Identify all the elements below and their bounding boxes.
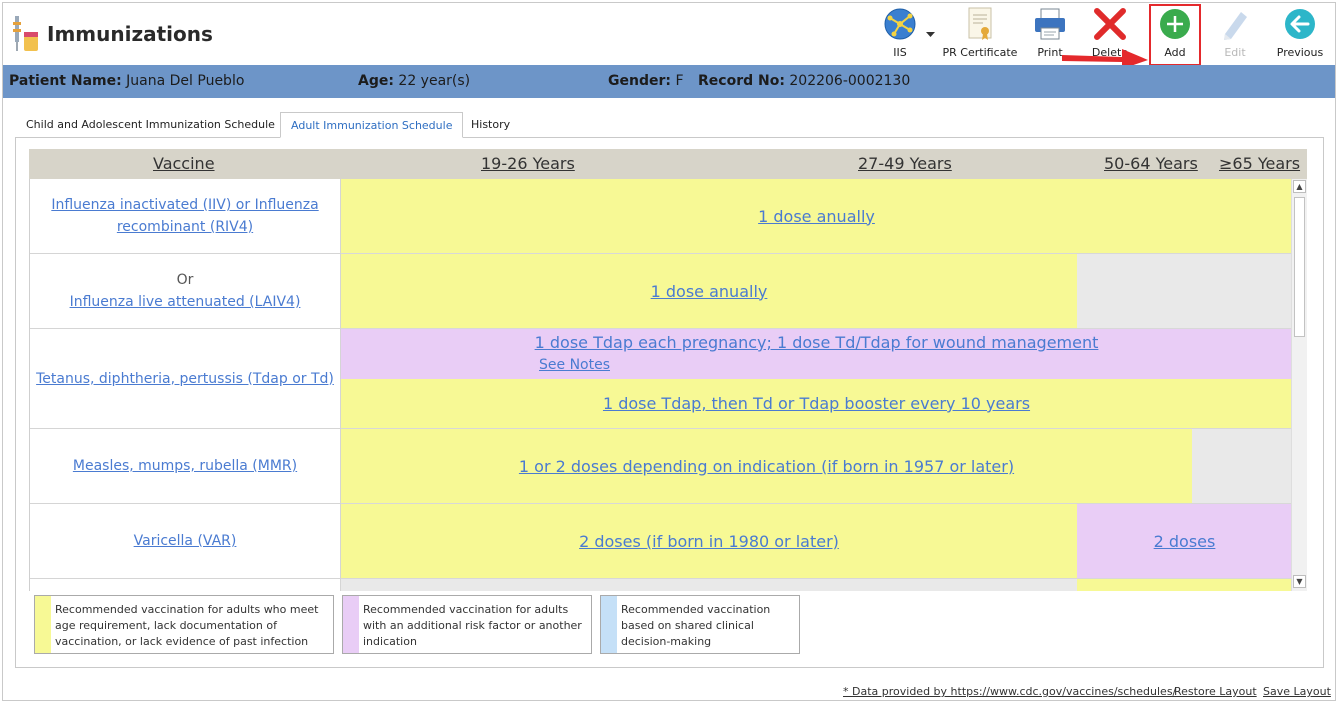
- dose-link[interactable]: 1 or 2 doses depending on indication (if…: [519, 457, 1014, 476]
- age-value: 22 year(s): [398, 73, 471, 89]
- tab-history[interactable]: History: [461, 112, 520, 138]
- vaccine-influenza-inactivated[interactable]: Influenza inactivated (IIV) or Influenza…: [30, 179, 341, 254]
- schedule-header: Vaccine 19-26 Years 27-49 Years 50-64 Ye…: [29, 149, 1307, 179]
- certificate-icon: [968, 7, 992, 40]
- vaccine-mmr[interactable]: Measles, mumps, rubella (MMR): [30, 429, 341, 504]
- dose-link[interactable]: 1 dose Tdap each pregnancy; 1 dose Td/Td…: [535, 332, 1099, 354]
- col-19-26[interactable]: 19-26 Years: [481, 154, 575, 173]
- col-65-plus[interactable]: ≥65 Years: [1219, 154, 1300, 173]
- see-notes-link[interactable]: See Notes: [539, 354, 610, 376]
- dose-cell[interactable]: 2 doses (if born in 1980 or later): [341, 504, 1077, 579]
- arrow-left-icon: [1285, 9, 1315, 39]
- tab-adult[interactable]: Adult Immunization Schedule: [280, 112, 464, 138]
- scroll-up-button[interactable]: ▲: [1293, 180, 1306, 193]
- tab-child-adolescent[interactable]: Child and Adolescent Immunization Schedu…: [16, 112, 285, 138]
- gender-value: F: [675, 73, 684, 89]
- patient-info-bar: Patient Name: Juana Del Pueblo Age: 22 y…: [3, 65, 1335, 98]
- schedule-grid: Influenza inactivated (IIV) or Influenza…: [29, 179, 1291, 591]
- legend-swatch-violet: [343, 596, 359, 653]
- dose-link[interactable]: 2 doses (if born in 1980 or later): [579, 532, 839, 551]
- legend-swatch-blue: [601, 596, 617, 653]
- dose-cell[interactable]: 1 dose Tdap, then Td or Tdap booster eve…: [341, 379, 1291, 429]
- vaccine-link[interactable]: Tetanus, diphtheria, pertussis (Tdap or …: [36, 368, 334, 390]
- add-highlight-box: [1149, 4, 1201, 66]
- dose-cell[interactable]: [1077, 579, 1291, 591]
- vaccine-link[interactable]: Influenza inactivated (IIV) or Influenza…: [30, 194, 340, 238]
- pr-certificate-label: PR Certificate: [942, 46, 1018, 59]
- vaccine-link[interactable]: Measles, mumps, rubella (MMR): [73, 455, 297, 477]
- dose-cell[interactable]: 1 or 2 doses depending on indication (if…: [341, 429, 1192, 504]
- vaccine-tdap[interactable]: Tetanus, diphtheria, pertussis (Tdap or …: [30, 329, 341, 429]
- restore-layout-link[interactable]: Restore Layout: [1174, 685, 1257, 698]
- pr-certificate-button[interactable]: PR Certificate: [942, 6, 1018, 64]
- or-label: Or: [176, 272, 194, 288]
- dose-cell-violet[interactable]: 1 dose Tdap each pregnancy; 1 dose Td/Td…: [341, 329, 1291, 379]
- legend-violet: Recommended vaccination for adults with …: [342, 595, 592, 654]
- printer-icon: [1035, 8, 1065, 40]
- data-source-link[interactable]: * Data provided by https://www.cdc.gov/v…: [843, 685, 1176, 698]
- col-vaccine[interactable]: Vaccine: [153, 154, 215, 173]
- col-27-49[interactable]: 27-49 Years: [858, 154, 952, 173]
- patient-name-label: Patient Name:: [9, 73, 122, 89]
- chevron-down-icon[interactable]: [926, 32, 935, 38]
- not-recommended-cell: [1192, 429, 1291, 504]
- vaccine-link[interactable]: Influenza live attenuated (LAIV4): [70, 291, 301, 313]
- gender-label: Gender:: [608, 73, 671, 89]
- legend-yellow: Recommended vaccination for adults who m…: [34, 595, 334, 654]
- legend-text: Recommended vaccination based on shared …: [621, 603, 771, 648]
- vaccine-varicella[interactable]: Varicella (VAR): [30, 504, 341, 579]
- vaccine-link[interactable]: Varicella (VAR): [134, 530, 237, 552]
- vaccine-next-row[interactable]: [30, 579, 341, 591]
- dose-link[interactable]: 1 dose anually: [651, 282, 768, 301]
- save-layout-link[interactable]: Save Layout: [1263, 685, 1331, 698]
- edit-label: Edit: [1224, 46, 1246, 59]
- dose-cell[interactable]: 1 dose anually: [341, 179, 1291, 254]
- page-title: Immunizations: [47, 22, 213, 46]
- globe-icon: [884, 8, 916, 40]
- record-label: Record No:: [698, 73, 785, 89]
- dose-link[interactable]: 1 dose Tdap, then Td or Tdap booster eve…: [603, 394, 1030, 413]
- record-value: 202206-0002130: [789, 73, 911, 89]
- iis-button[interactable]: IIS: [878, 6, 922, 64]
- dose-cell[interactable]: 1 dose anually: [341, 254, 1077, 329]
- previous-label: Previous: [1276, 46, 1324, 59]
- vaccine-influenza-live[interactable]: Or Influenza live attenuated (LAIV4): [30, 254, 341, 329]
- edit-button[interactable]: Edit: [1212, 6, 1258, 64]
- age-label: Age:: [358, 73, 394, 89]
- dose-link[interactable]: 1 dose anually: [758, 207, 875, 226]
- previous-button[interactable]: Previous: [1272, 6, 1328, 64]
- scroll-down-button[interactable]: ▼: [1293, 575, 1306, 588]
- immunizations-icon: [13, 16, 38, 51]
- legend-swatch-yellow: [35, 596, 51, 653]
- dose-cell-violet[interactable]: 2 doses: [1077, 504, 1291, 579]
- dose-link[interactable]: 2 doses: [1154, 532, 1216, 551]
- scroll-thumb[interactable]: [1294, 197, 1305, 337]
- delete-icon: [1094, 8, 1126, 40]
- legend-text: Recommended vaccination for adults with …: [363, 603, 582, 648]
- not-recommended-cell: [1077, 254, 1291, 329]
- col-50-64[interactable]: 50-64 Years: [1104, 154, 1198, 173]
- legend-text: Recommended vaccination for adults who m…: [55, 603, 319, 648]
- schedule-scrollbar[interactable]: ▲ ▼: [1291, 179, 1307, 591]
- iis-label: IIS: [893, 46, 907, 59]
- pencil-icon: [1224, 12, 1247, 40]
- patient-name-value: Juana Del Pueblo: [126, 73, 245, 89]
- legend-blue: Recommended vaccination based on shared …: [600, 595, 800, 654]
- not-recommended-cell: [341, 579, 1077, 591]
